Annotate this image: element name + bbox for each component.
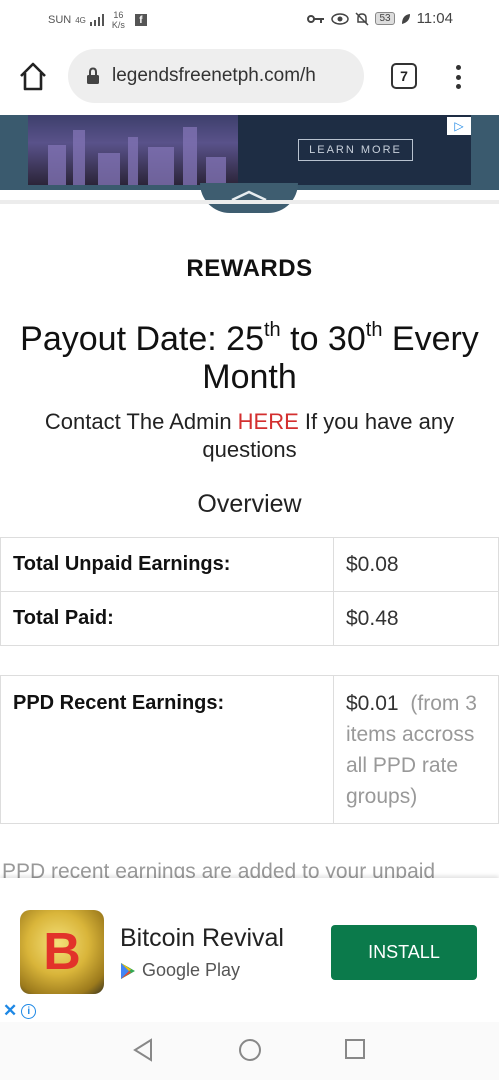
bitcoin-glyph: B bbox=[43, 923, 81, 981]
close-ad-icon[interactable]: ✕ bbox=[3, 1001, 17, 1021]
recents-button[interactable] bbox=[344, 1038, 366, 1065]
back-button[interactable] bbox=[132, 1038, 154, 1067]
eye-icon bbox=[331, 12, 350, 25]
divider bbox=[0, 200, 499, 204]
skyline-building bbox=[73, 130, 85, 185]
ad-store-label: Google Play bbox=[120, 960, 240, 981]
table-value-cell: $0.48 bbox=[333, 591, 499, 646]
payout-date-text: Payout Date: 25th to 30th Every Month bbox=[8, 320, 491, 396]
table-value-cell: $0.08 bbox=[333, 537, 499, 592]
home-button[interactable] bbox=[16, 60, 50, 94]
table-value-cell: $0.01 (from 3 items accross all PPD rate… bbox=[333, 675, 499, 824]
skyline-building bbox=[98, 153, 120, 185]
adchoices-icon[interactable]: ▷ bbox=[447, 117, 471, 135]
menu-dot-icon bbox=[455, 84, 461, 89]
collapse-ad-button[interactable] bbox=[200, 183, 298, 213]
install-button[interactable]: INSTALL bbox=[331, 925, 477, 980]
google-play-icon bbox=[121, 962, 135, 979]
table-label-cell: PPD Recent Earnings: bbox=[0, 675, 334, 824]
home-nav-button[interactable] bbox=[238, 1038, 262, 1067]
status-right: 53 11:04 bbox=[307, 10, 453, 27]
ad-controls: ✕ i bbox=[0, 1001, 42, 1021]
banner-ad-content: LEARN MORE ▷ bbox=[28, 115, 471, 185]
page-title: REWARDS bbox=[186, 255, 313, 282]
back-triangle-icon bbox=[133, 1038, 152, 1062]
earnings-table: Total Unpaid Earnings: $0.08 Total Paid:… bbox=[0, 537, 499, 646]
leaf-icon bbox=[401, 13, 410, 24]
skyline-building bbox=[48, 145, 66, 185]
bitcoin-app-icon: B bbox=[20, 910, 104, 994]
overview-heading: Overview bbox=[197, 490, 302, 518]
key-icon bbox=[307, 14, 325, 23]
payout-middle: to 30 bbox=[280, 320, 366, 358]
battery-indicator: 53 bbox=[375, 12, 395, 25]
overflow-menu-button[interactable] bbox=[448, 62, 468, 92]
store-name: Google Play bbox=[142, 960, 241, 980]
clock: 11:04 bbox=[416, 10, 453, 27]
status-left: SUN 4G 16 K/s f bbox=[48, 10, 147, 30]
ppd-value: $0.01 bbox=[346, 692, 399, 715]
table-label-cell: Total Paid: bbox=[0, 591, 334, 646]
bottom-app-ad[interactable]: B Bitcoin Revival Google Play INSTALL ✕ … bbox=[0, 878, 499, 1022]
ad-app-title: Bitcoin Revival bbox=[120, 924, 284, 952]
signal-icon bbox=[89, 14, 104, 26]
skyline-building bbox=[183, 127, 197, 185]
facebook-icon: f bbox=[134, 14, 147, 26]
menu-dot-icon bbox=[455, 74, 461, 80]
contact-prefix: Contact The Admin bbox=[44, 409, 238, 434]
speed-readout: 16 K/s bbox=[112, 10, 125, 30]
android-nav-bar bbox=[0, 1022, 499, 1080]
home-icon bbox=[20, 62, 46, 91]
menu-dot-icon bbox=[455, 65, 461, 70]
city-skyline-image bbox=[28, 115, 238, 185]
url-bar[interactable]: legendsfreenetph.com/h bbox=[68, 49, 364, 103]
url-text: legendsfreenetph.com/h bbox=[112, 65, 316, 86]
home-circle-icon bbox=[239, 1039, 261, 1061]
contact-admin-text: Contact The Admin HERE If you have any q… bbox=[8, 408, 491, 464]
speed-unit: K/s bbox=[111, 20, 125, 30]
payout-superscript: th bbox=[264, 319, 281, 341]
payout-superscript: th bbox=[365, 319, 383, 341]
ad-info-icon[interactable]: i bbox=[21, 1003, 37, 1019]
top-banner-ad[interactable]: LEARN MORE ▷ bbox=[0, 115, 499, 190]
network-label: 4G bbox=[75, 15, 86, 25]
status-bar: SUN 4G 16 K/s f 53 11:04 bbox=[0, 0, 499, 38]
skyline-building bbox=[128, 137, 138, 185]
learn-more-button[interactable]: LEARN MORE bbox=[298, 139, 413, 161]
table-label-cell: Total Unpaid Earnings: bbox=[0, 537, 334, 592]
carrier-label: SUN bbox=[48, 14, 72, 26]
payout-prefix: Payout Date: 25 bbox=[20, 320, 264, 358]
table-row: Total Unpaid Earnings: $0.08 bbox=[0, 537, 499, 592]
tab-switcher-button[interactable]: 7 bbox=[391, 63, 417, 89]
mute-bell-icon bbox=[355, 11, 369, 26]
tab-count: 7 bbox=[400, 68, 408, 84]
skyline-building bbox=[206, 157, 226, 185]
table-row: PPD Recent Earnings: $0.01 (from 3 items… bbox=[0, 675, 499, 824]
skyline-building bbox=[148, 147, 174, 185]
ppd-info-text: PPD recent earnings are added to your un… bbox=[2, 860, 436, 878]
speed-value: 16 bbox=[113, 10, 124, 20]
lock-icon bbox=[87, 67, 99, 84]
table-row: Total Paid: $0.48 bbox=[0, 591, 499, 646]
recents-square-icon bbox=[345, 1039, 365, 1059]
ppd-earnings-table: PPD Recent Earnings: $0.01 (from 3 items… bbox=[0, 675, 499, 824]
browser-toolbar: legendsfreenetph.com/h 7 bbox=[0, 38, 499, 116]
contact-here-link[interactable]: HERE bbox=[238, 409, 299, 434]
